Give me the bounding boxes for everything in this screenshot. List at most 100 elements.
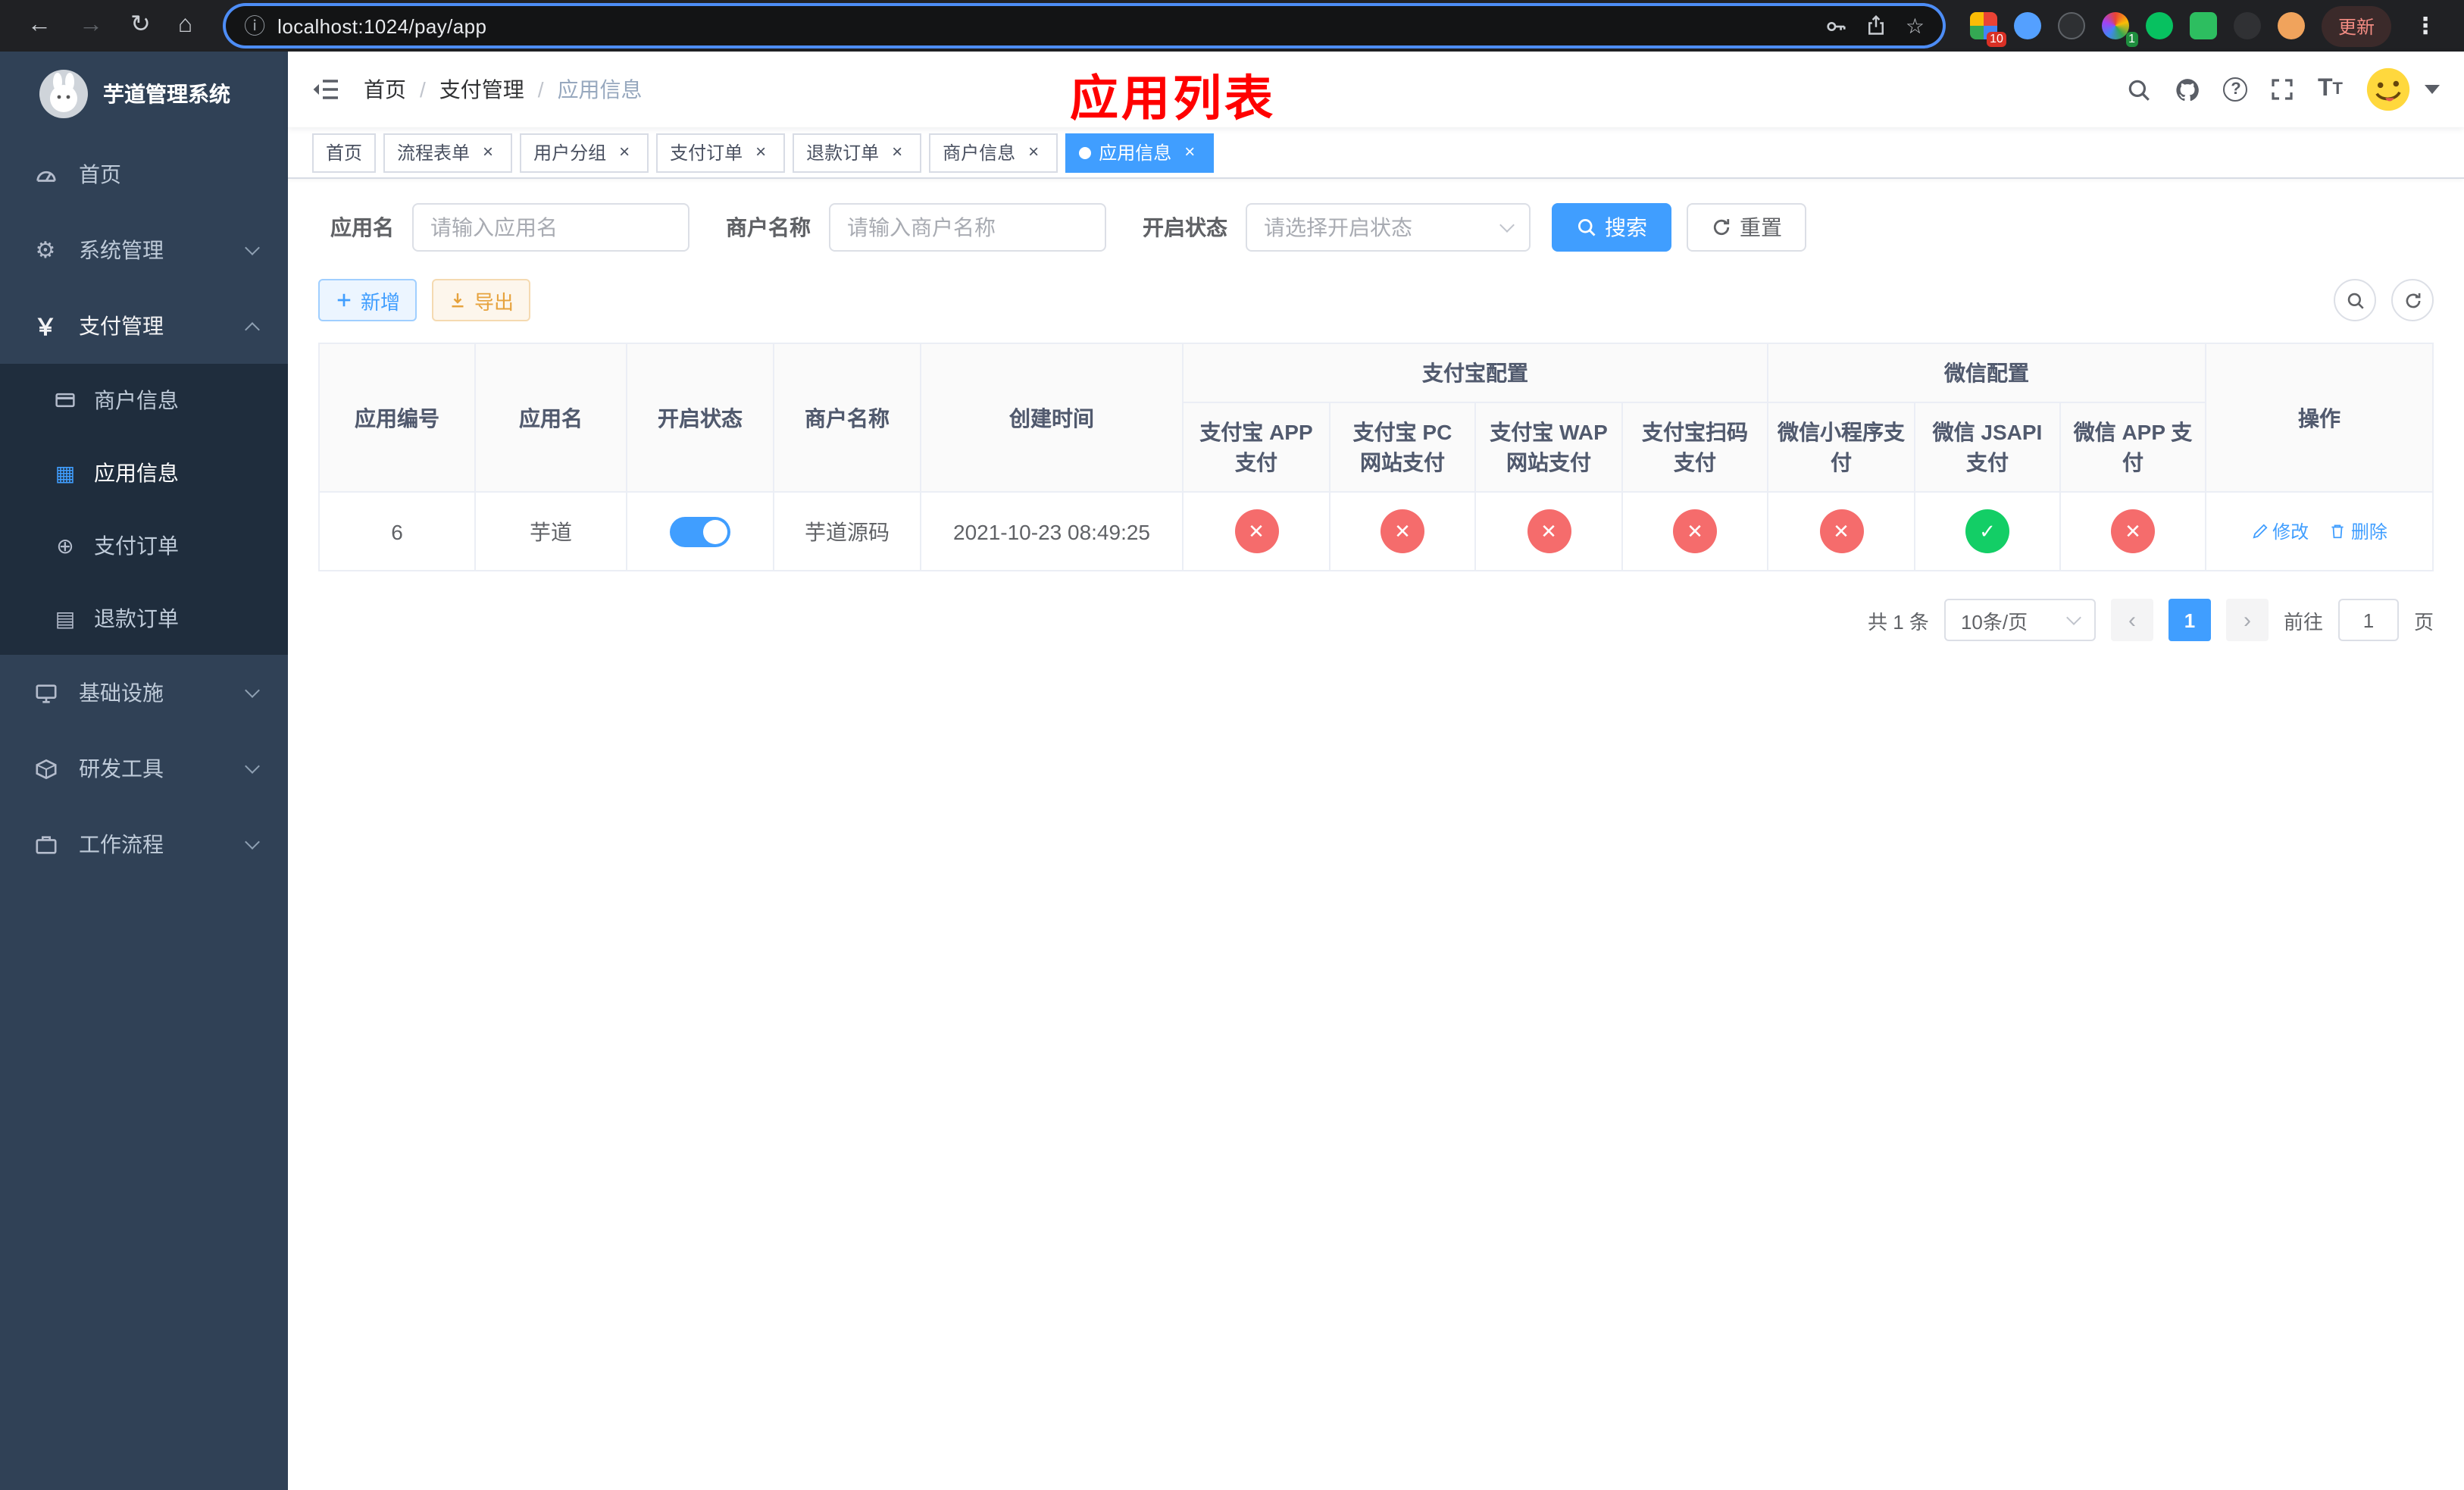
close-tab-icon[interactable]: × <box>1023 141 1044 163</box>
sidebar-item-pay-order[interactable]: ⊕ 支付订单 <box>0 509 288 582</box>
avatar-caret-icon[interactable] <box>2425 85 2440 94</box>
cell-app-id: 6 <box>318 491 476 571</box>
circle-plus-icon: ⊕ <box>56 533 74 557</box>
password-key-icon[interactable] <box>1825 14 1848 37</box>
extension-badge: 1 <box>2125 32 2138 47</box>
toggle-search-button[interactable] <box>2334 279 2376 321</box>
sidebar-item-merchant-info[interactable]: 商户信息 <box>0 364 288 437</box>
merchant-name-input[interactable] <box>829 203 1106 252</box>
extension-icon-8[interactable] <box>2277 12 2305 39</box>
cell-app-name: 芋道 <box>474 491 627 571</box>
chevron-down-icon <box>245 834 260 850</box>
chevron-down-icon <box>1499 218 1515 233</box>
reload-icon[interactable]: ↻ <box>130 13 151 38</box>
extension-icon-5[interactable] <box>2145 12 2173 39</box>
tab-merchant-info[interactable]: 商户信息 × <box>929 133 1058 172</box>
sidebar-item-payment[interactable]: ￥ 支付管理 <box>0 288 288 364</box>
forward-icon[interactable]: → <box>79 13 103 38</box>
sidebar-item-label: 系统管理 <box>79 238 164 262</box>
tab-refund-order[interactable]: 退款订单 × <box>793 133 922 172</box>
alipay-scan-status-icon: ✕ <box>1673 509 1717 553</box>
current-page-button[interactable]: 1 <box>2168 599 2211 641</box>
bookmark-star-icon[interactable]: ☆ <box>1906 13 1925 39</box>
tab-app-info[interactable]: 应用信息 × <box>1065 133 1215 172</box>
reset-button[interactable]: 重置 <box>1687 203 1806 252</box>
breadcrumb: 首页 / 支付管理 / 应用信息 <box>364 74 643 105</box>
sidebar-item-label: 研发工具 <box>79 756 164 781</box>
export-button-label: 导出 <box>474 290 514 313</box>
help-icon[interactable]: ? <box>2223 77 2248 102</box>
status-label: 开启状态 <box>1143 215 1227 239</box>
close-tab-icon[interactable]: × <box>886 141 908 163</box>
add-button[interactable]: 新增 <box>318 279 417 321</box>
close-tab-icon[interactable]: × <box>477 141 499 163</box>
browser-menu-icon[interactable]: ⋮ <box>2408 12 2443 39</box>
chrome-update-button[interactable]: 更新 <box>2321 5 2391 46</box>
box-icon <box>30 757 61 780</box>
goto-label: 前往 <box>2283 610 2323 633</box>
share-icon[interactable] <box>1866 15 1887 36</box>
breadcrumb-payment[interactable]: 支付管理 <box>439 74 524 105</box>
user-avatar[interactable] <box>2366 67 2411 112</box>
sidebar-item-workflow[interactable]: 工作流程 <box>0 806 288 882</box>
url-text[interactable]: localhost:1024/pay/app <box>277 14 486 37</box>
extension-icon-4[interactable]: 1 <box>2101 12 2138 47</box>
goto-page-input[interactable] <box>2337 599 2399 641</box>
page-size-select[interactable]: 10条/页 <box>1943 599 2096 641</box>
extension-icon-7[interactable] <box>2233 12 2261 39</box>
add-button-label: 新增 <box>361 290 401 313</box>
status-select[interactable]: 请选择开启状态 <box>1246 203 1531 252</box>
browser-nav-buttons: ← → ↻ ⌂ <box>12 13 208 38</box>
prev-page-button[interactable]: ‹ <box>2110 599 2153 641</box>
next-page-button[interactable]: › <box>2225 599 2269 641</box>
close-tab-icon[interactable]: × <box>750 141 771 163</box>
group-header-alipay: 支付宝配置 <box>1182 343 1768 403</box>
github-icon[interactable] <box>2175 77 2201 102</box>
delete-link[interactable]: 删除 <box>2330 518 2387 544</box>
enabled-toggle[interactable] <box>670 516 730 546</box>
app-logo <box>39 70 88 118</box>
gear-icon: ⚙ <box>35 238 56 264</box>
app-name-input[interactable] <box>412 203 689 252</box>
search-icon[interactable] <box>2127 77 2153 102</box>
sidebar-item-system[interactable]: ⚙ 系统管理 <box>0 212 288 288</box>
col-header-app-id: 应用编号 <box>318 343 476 493</box>
font-size-icon[interactable]: TT <box>2318 77 2343 102</box>
page-info-icon[interactable]: ⓘ <box>244 11 265 41</box>
sidebar-item-dev-tools[interactable]: 研发工具 <box>0 731 288 806</box>
export-button[interactable]: 导出 <box>432 279 531 321</box>
col-header-wechat-jsapi: 微信 JSAPI 支付 <box>1914 402 2061 493</box>
fullscreen-icon[interactable] <box>2271 77 2295 102</box>
group-header-wechat: 微信配置 <box>1767 343 2206 403</box>
extension-icon-6[interactable] <box>2189 12 2217 39</box>
sidebar-item-refund-order[interactable]: ▤ 退款订单 <box>0 582 288 655</box>
extension-icon-3[interactable] <box>2057 12 2085 39</box>
sidebar-item-home[interactable]: 首页 <box>0 136 288 212</box>
tab-process-form[interactable]: 流程表单 × <box>383 133 513 172</box>
cell-merchant: 芋道源码 <box>773 491 921 571</box>
breadcrumb-home[interactable]: 首页 <box>364 74 406 105</box>
sidebar-item-label: 商户信息 <box>94 388 179 412</box>
extension-icon-1[interactable]: 10 <box>1969 12 2006 47</box>
sidebar-item-infra[interactable]: 基础设施 <box>0 655 288 731</box>
refresh-table-button[interactable] <box>2391 279 2434 321</box>
tab-home[interactable]: 首页 <box>312 133 377 172</box>
cell-create-time: 2021-10-23 08:49:25 <box>920 491 1184 571</box>
sidebar-item-label: 支付管理 <box>79 314 164 338</box>
sidebar-collapse-icon[interactable] <box>312 77 339 102</box>
home-icon[interactable]: ⌂ <box>178 13 192 38</box>
wechat-mini-status-icon: ✕ <box>1819 509 1863 553</box>
close-tab-icon[interactable]: × <box>1179 141 1200 163</box>
tab-user-group[interactable]: 用户分组 × <box>520 133 649 172</box>
back-icon[interactable]: ← <box>27 13 52 38</box>
edit-link[interactable]: 修改 <box>2251 518 2309 544</box>
tab-pay-order[interactable]: 支付订单 × <box>656 133 786 172</box>
extension-icon-2[interactable] <box>2013 12 2041 39</box>
extension-badge: 10 <box>1987 32 2006 47</box>
search-button-label: 搜索 <box>1605 215 1647 239</box>
sidebar-logo-row[interactable]: 芋道管理系统 <box>0 52 288 136</box>
close-tab-icon[interactable]: × <box>614 141 635 163</box>
search-button[interactable]: 搜索 <box>1552 203 1671 252</box>
address-bar[interactable]: ⓘ localhost:1024/pay/app ☆ <box>226 6 1943 45</box>
sidebar-item-app-info[interactable]: ▦ 应用信息 <box>0 437 288 509</box>
